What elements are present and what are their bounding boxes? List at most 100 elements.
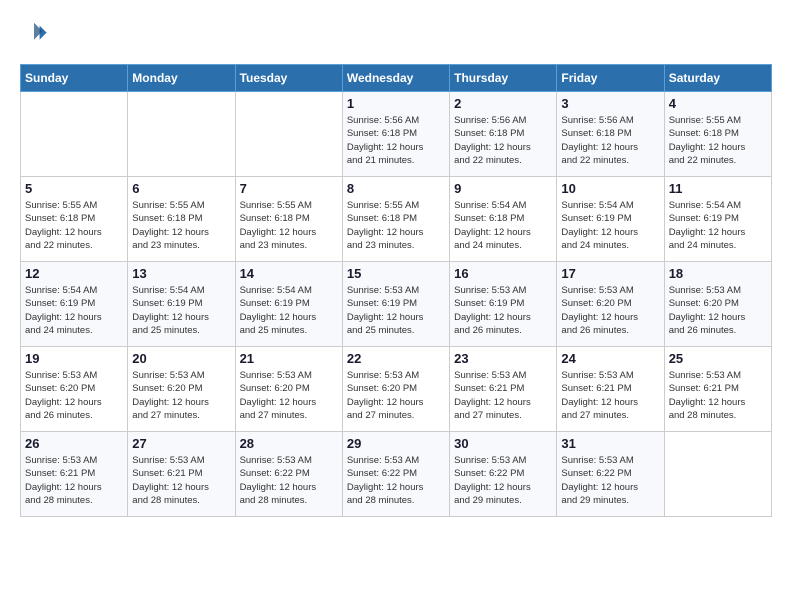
calendar-cell: 5 Sunrise: 5:55 AM Sunset: 6:18 PM Daylig…: [21, 177, 128, 262]
calendar-cell: [128, 92, 235, 177]
calendar-cell: 10 Sunrise: 5:54 AM Sunset: 6:19 PM Dayli…: [557, 177, 664, 262]
day-info: Sunrise: 5:53 AM Sunset: 6:22 PM Dayligh…: [454, 454, 552, 507]
day-info: Sunrise: 5:53 AM Sunset: 6:20 PM Dayligh…: [561, 284, 659, 337]
day-number: 25: [669, 351, 767, 366]
calendar-cell: 23 Sunrise: 5:53 AM Sunset: 6:21 PM Dayli…: [450, 347, 557, 432]
day-number: 30: [454, 436, 552, 451]
calendar-cell: 8Sunrise: 5:55 AM Sunset: 6:18 PM Daylig…: [342, 177, 449, 262]
calendar-cell: 9 Sunrise: 5:54 AM Sunset: 6:18 PM Daylig…: [450, 177, 557, 262]
day-info: Sunrise: 5:55 AM Sunset: 6:18 PM Dayligh…: [25, 199, 123, 252]
page-header: [20, 20, 772, 48]
day-number: 26: [25, 436, 123, 451]
calendar-cell: 20Sunrise: 5:53 AM Sunset: 6:20 PM Dayli…: [128, 347, 235, 432]
day-info: Sunrise: 5:55 AM Sunset: 6:18 PM Dayligh…: [132, 199, 230, 252]
calendar-cell: 6 Sunrise: 5:55 AM Sunset: 6:18 PM Daylig…: [128, 177, 235, 262]
day-number: 5: [25, 181, 123, 196]
day-info: Sunrise: 5:55 AM Sunset: 6:18 PM Dayligh…: [347, 199, 445, 252]
day-info: Sunrise: 5:55 AM Sunset: 6:18 PM Dayligh…: [240, 199, 338, 252]
day-number: 16: [454, 266, 552, 281]
calendar-cell: [664, 432, 771, 517]
calendar-cell: 2Sunrise: 5:56 AM Sunset: 6:18 PM Daylig…: [450, 92, 557, 177]
day-number: 10: [561, 181, 659, 196]
calendar-cell: 16 Sunrise: 5:53 AM Sunset: 6:19 PM Dayli…: [450, 262, 557, 347]
calendar-cell: 27Sunrise: 5:53 AM Sunset: 6:21 PM Dayli…: [128, 432, 235, 517]
day-number: 22: [347, 351, 445, 366]
day-header-sunday: Sunday: [21, 65, 128, 92]
page-wrapper: SundayMondayTuesdayWednesdayThursdayFrid…: [20, 20, 772, 517]
day-number: 12: [25, 266, 123, 281]
calendar-cell: 22 Sunrise: 5:53 AM Sunset: 6:20 PM Dayli…: [342, 347, 449, 432]
calendar-cell: 21 Sunrise: 5:53 AM Sunset: 6:20 PM Dayli…: [235, 347, 342, 432]
calendar-week-2: 5 Sunrise: 5:55 AM Sunset: 6:18 PM Daylig…: [21, 177, 772, 262]
day-info: Sunrise: 5:54 AM Sunset: 6:19 PM Dayligh…: [132, 284, 230, 337]
day-number: 20: [132, 351, 230, 366]
day-info: Sunrise: 5:53 AM Sunset: 6:21 PM Dayligh…: [669, 369, 767, 422]
calendar-cell: 25 Sunrise: 5:53 AM Sunset: 6:21 PM Dayli…: [664, 347, 771, 432]
calendar-cell: 4Sunrise: 5:55 AM Sunset: 6:18 PM Daylig…: [664, 92, 771, 177]
day-header-friday: Friday: [557, 65, 664, 92]
day-number: 1: [347, 96, 445, 111]
calendar-cell: 3 Sunrise: 5:56 AM Sunset: 6:18 PM Daylig…: [557, 92, 664, 177]
calendar-cell: 19Sunrise: 5:53 AM Sunset: 6:20 PM Dayli…: [21, 347, 128, 432]
day-info: Sunrise: 5:54 AM Sunset: 6:18 PM Dayligh…: [454, 199, 552, 252]
calendar-cell: 11 Sunrise: 5:54 AM Sunset: 6:19 PM Dayli…: [664, 177, 771, 262]
day-info: Sunrise: 5:53 AM Sunset: 6:20 PM Dayligh…: [669, 284, 767, 337]
day-header-tuesday: Tuesday: [235, 65, 342, 92]
day-number: 11: [669, 181, 767, 196]
day-number: 15: [347, 266, 445, 281]
day-number: 18: [669, 266, 767, 281]
calendar-cell: 28 Sunrise: 5:53 AM Sunset: 6:22 PM Dayli…: [235, 432, 342, 517]
calendar-week-3: 12 Sunrise: 5:54 AM Sunset: 6:19 PM Dayli…: [21, 262, 772, 347]
day-number: 4: [669, 96, 767, 111]
day-number: 2: [454, 96, 552, 111]
day-info: Sunrise: 5:53 AM Sunset: 6:22 PM Dayligh…: [347, 454, 445, 507]
calendar-cell: 31 Sunrise: 5:53 AM Sunset: 6:22 PM Dayli…: [557, 432, 664, 517]
day-info: Sunrise: 5:53 AM Sunset: 6:22 PM Dayligh…: [561, 454, 659, 507]
day-info: Sunrise: 5:53 AM Sunset: 6:22 PM Dayligh…: [240, 454, 338, 507]
day-number: 28: [240, 436, 338, 451]
day-info: Sunrise: 5:53 AM Sunset: 6:20 PM Dayligh…: [240, 369, 338, 422]
calendar-cell: 24Sunrise: 5:53 AM Sunset: 6:21 PM Dayli…: [557, 347, 664, 432]
calendar-week-5: 26 Sunrise: 5:53 AM Sunset: 6:21 PM Dayli…: [21, 432, 772, 517]
day-info: Sunrise: 5:53 AM Sunset: 6:21 PM Dayligh…: [132, 454, 230, 507]
day-info: Sunrise: 5:54 AM Sunset: 6:19 PM Dayligh…: [669, 199, 767, 252]
calendar-cell: 14 Sunrise: 5:54 AM Sunset: 6:19 PM Dayli…: [235, 262, 342, 347]
calendar-cell: 12 Sunrise: 5:54 AM Sunset: 6:19 PM Dayli…: [21, 262, 128, 347]
logo: [20, 20, 52, 48]
calendar-cell: 17 Sunrise: 5:53 AM Sunset: 6:20 PM Dayli…: [557, 262, 664, 347]
calendar-cell: 15 Sunrise: 5:53 AM Sunset: 6:19 PM Dayli…: [342, 262, 449, 347]
day-header-wednesday: Wednesday: [342, 65, 449, 92]
day-info: Sunrise: 5:54 AM Sunset: 6:19 PM Dayligh…: [240, 284, 338, 337]
calendar-cell: 29Sunrise: 5:53 AM Sunset: 6:22 PM Dayli…: [342, 432, 449, 517]
day-info: Sunrise: 5:56 AM Sunset: 6:18 PM Dayligh…: [347, 114, 445, 167]
calendar-cell: 13 Sunrise: 5:54 AM Sunset: 6:19 PM Dayli…: [128, 262, 235, 347]
day-info: Sunrise: 5:53 AM Sunset: 6:19 PM Dayligh…: [347, 284, 445, 337]
day-info: Sunrise: 5:56 AM Sunset: 6:18 PM Dayligh…: [561, 114, 659, 167]
day-info: Sunrise: 5:53 AM Sunset: 6:19 PM Dayligh…: [454, 284, 552, 337]
calendar-table: SundayMondayTuesdayWednesdayThursdayFrid…: [20, 64, 772, 517]
calendar-week-4: 19 Sunrise: 5:53 AM Sunset: 6:20 PM Dayli…: [21, 347, 772, 432]
calendar-cell: [235, 92, 342, 177]
day-number: 6: [132, 181, 230, 196]
day-number: 9: [454, 181, 552, 196]
calendar-cell: 30 Sunrise: 5:53 AM Sunset: 6:22 PM Dayli…: [450, 432, 557, 517]
day-number: 23: [454, 351, 552, 366]
day-number: 3: [561, 96, 659, 111]
calendar-cell: 18 Sunrise: 5:53 AM Sunset: 6:20 PM Dayli…: [664, 262, 771, 347]
day-info: Sunrise: 5:54 AM Sunset: 6:19 PM Dayligh…: [25, 284, 123, 337]
calendar-cell: [21, 92, 128, 177]
day-header-thursday: Thursday: [450, 65, 557, 92]
day-number: 21: [240, 351, 338, 366]
day-number: 31: [561, 436, 659, 451]
day-header-saturday: Saturday: [664, 65, 771, 92]
day-info: Sunrise: 5:54 AM Sunset: 6:19 PM Dayligh…: [561, 199, 659, 252]
day-number: 7: [240, 181, 338, 196]
day-number: 17: [561, 266, 659, 281]
day-info: Sunrise: 5:53 AM Sunset: 6:20 PM Dayligh…: [347, 369, 445, 422]
day-info: Sunrise: 5:53 AM Sunset: 6:21 PM Dayligh…: [454, 369, 552, 422]
day-number: 14: [240, 266, 338, 281]
day-number: 19: [25, 351, 123, 366]
day-header-monday: Monday: [128, 65, 235, 92]
calendar-week-1: 1 Sunrise: 5:56 AM Sunset: 6:18 PM Daylig…: [21, 92, 772, 177]
day-number: 13: [132, 266, 230, 281]
